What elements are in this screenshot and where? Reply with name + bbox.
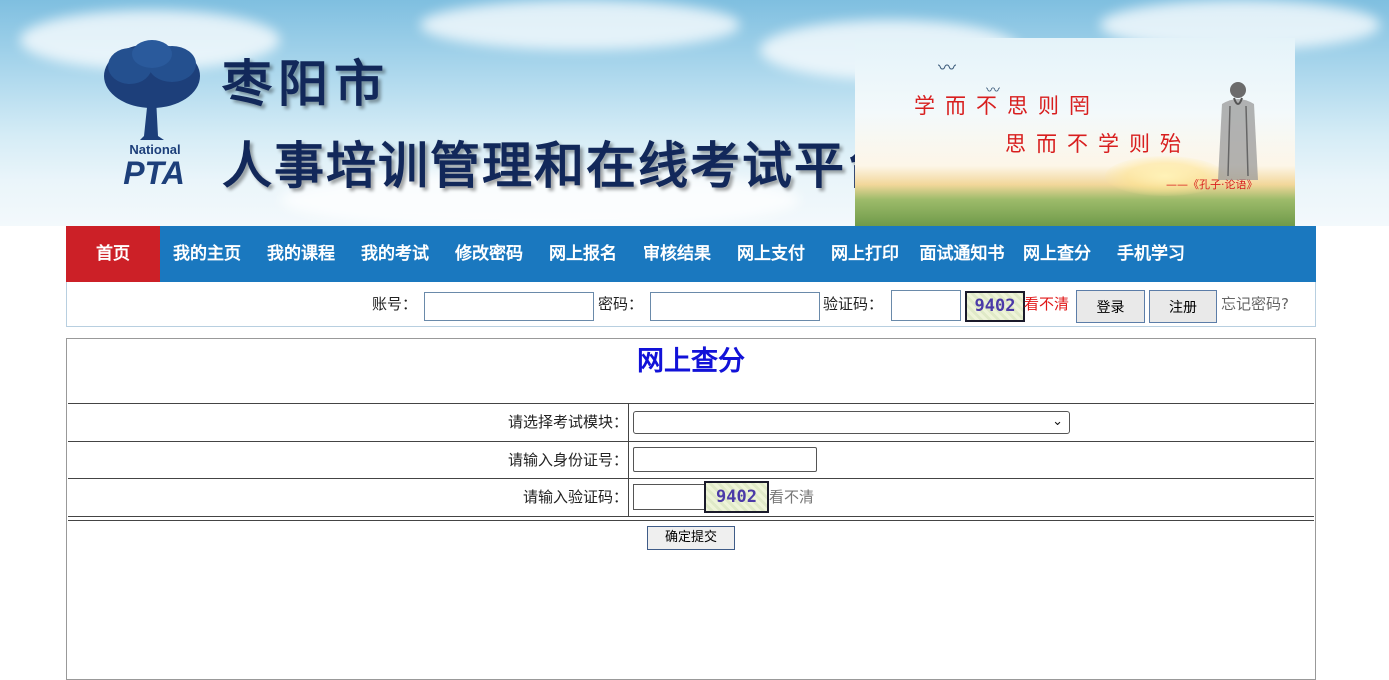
forgot-password-link[interactable]: 忘记密码? (1221, 282, 1289, 326)
cloud-decoration (420, 0, 740, 50)
register-button[interactable]: 注册 (1149, 290, 1217, 323)
query-captcha-input[interactable] (633, 484, 707, 510)
main-nav: 首页 我的主页 我的课程 我的考试 修改密码 网上报名 审核结果 网上支付 网上… (66, 226, 1316, 282)
password-input[interactable] (650, 292, 820, 321)
chevron-down-icon: ⌄ (1052, 414, 1063, 429)
account-label: 账号： (372, 295, 418, 313)
svg-text:PTA: PTA (123, 155, 185, 191)
query-captcha-refresh-link[interactable]: 看不清 (769, 479, 814, 516)
divider-line (68, 520, 1314, 521)
query-captcha-image[interactable]: 9402 (704, 481, 769, 513)
login-bar: 账号： 密码： 验证码： 9402 看不清 登录 注册 忘记密码? (66, 282, 1316, 327)
motto-line-1: 学而不思则罔 (914, 94, 1100, 118)
column-divider (628, 479, 629, 516)
motto-line-2: 思而不学则殆 (1005, 132, 1191, 156)
form-row-id-number: 请输入身份证号： (68, 441, 1314, 478)
site-title-platform: 人事培训管理和在线考试平台 (222, 136, 898, 195)
captcha-refresh-link[interactable]: 看不清 (1024, 282, 1069, 326)
tree-logo-icon: National PTA (104, 40, 200, 191)
account-input[interactable] (424, 292, 594, 321)
nav-item-my-exams[interactable]: 我的考试 (348, 226, 442, 282)
header-banner: National PTA 枣阳市 人事培训管理和在线考试平台 〰 〰 学而不思则… (0, 0, 1389, 226)
column-divider (628, 404, 629, 441)
module-label: 请选择考试模块： (507, 413, 628, 431)
nav-item-my-homepage[interactable]: 我的主页 (160, 226, 254, 282)
form-row-captcha: 请输入验证码： 9402 看不清 (68, 478, 1314, 516)
form-row-module: 请选择考试模块： ⌄ (68, 403, 1314, 441)
column-divider (628, 442, 629, 478)
nav-item-interview-notice[interactable]: 面试通知书 (910, 226, 1014, 282)
captcha-input[interactable] (891, 290, 961, 321)
query-captcha-label: 请输入验证码： (522, 488, 628, 506)
nav-item-home[interactable]: 首页 (66, 226, 160, 282)
password-label: 密码： (598, 295, 644, 313)
id-number-label: 请输入身份证号： (507, 451, 628, 469)
form-row-spacer (68, 516, 1314, 521)
nav-item-review-results[interactable]: 审核结果 (630, 226, 724, 282)
nav-item-online-registration[interactable]: 网上报名 (536, 226, 630, 282)
site-title-city: 枣阳市 (222, 54, 390, 113)
captcha-label: 验证码： (823, 295, 884, 313)
confucius-figure-icon (1218, 82, 1258, 180)
score-query-panel: 网上查分 请选择考试模块： ⌄ 请输入身份证号： 请输入验证码： 9402 看不… (66, 338, 1316, 680)
nav-item-online-payment[interactable]: 网上支付 (724, 226, 818, 282)
nav-item-online-print[interactable]: 网上打印 (818, 226, 912, 282)
bird-icon: 〰 (938, 58, 956, 79)
nav-item-score-query[interactable]: 网上查分 (1010, 226, 1104, 282)
nav-item-change-password[interactable]: 修改密码 (442, 226, 536, 282)
page-title: 网上查分 (637, 346, 745, 377)
login-button[interactable]: 登录 (1076, 290, 1145, 323)
nav-item-my-courses[interactable]: 我的课程 (254, 226, 348, 282)
captcha-image[interactable]: 9402 (965, 291, 1025, 322)
pta-logo: National PTA (100, 36, 210, 196)
nav-item-mobile-learning[interactable]: 手机学习 (1104, 226, 1198, 282)
exam-module-select[interactable]: ⌄ (633, 411, 1070, 434)
id-number-input[interactable] (633, 447, 817, 472)
submit-button[interactable]: 确定提交 (647, 526, 735, 550)
